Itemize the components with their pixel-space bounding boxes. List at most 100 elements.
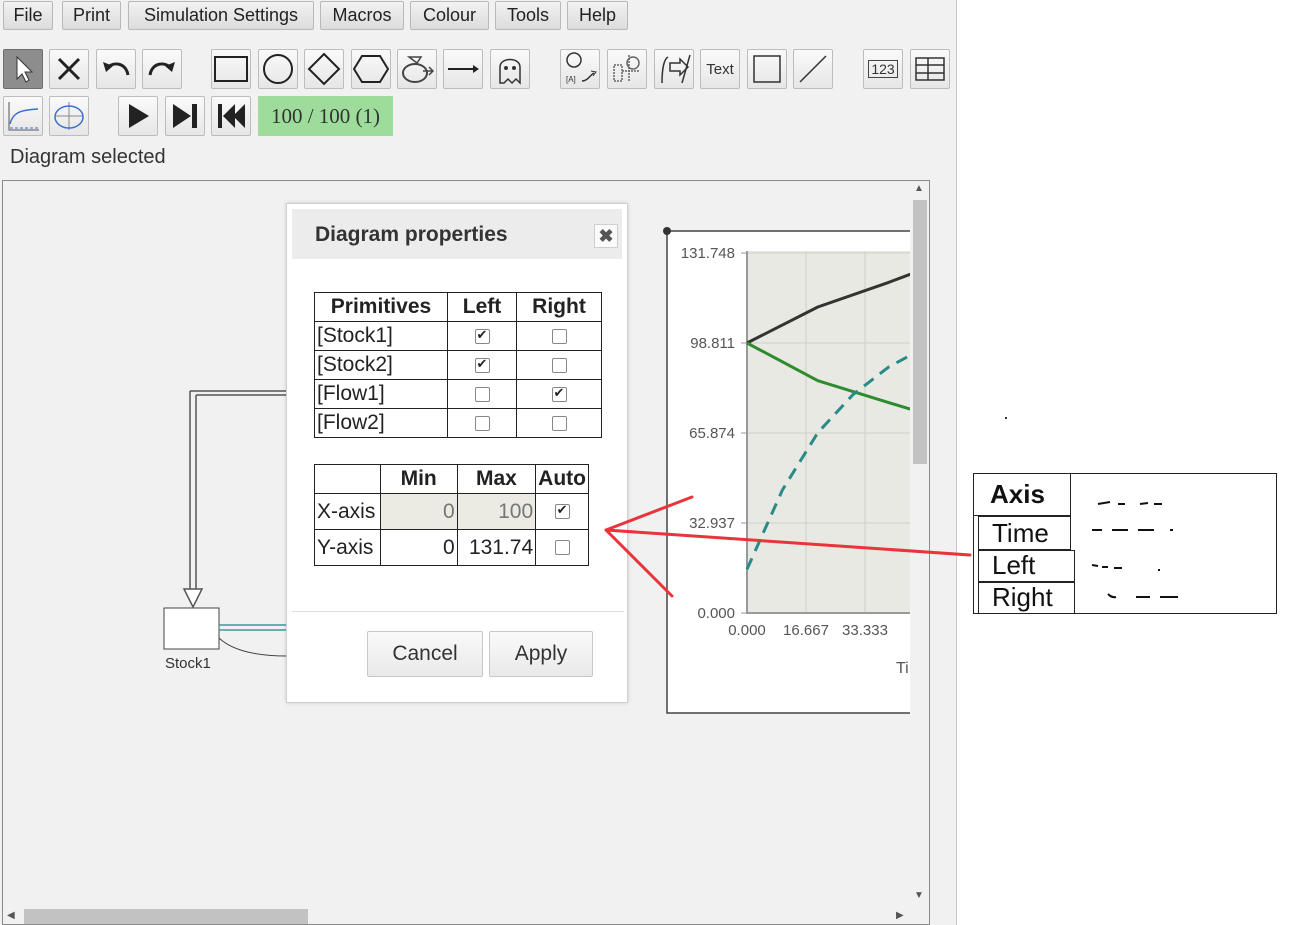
agent-tool-button[interactable]: [A]: [560, 49, 600, 89]
number-display-button[interactable]: 123: [863, 49, 903, 89]
min-header: Min: [379, 464, 458, 494]
left-header: Left: [447, 292, 517, 322]
left-checkbox[interactable]: [474, 356, 490, 373]
state-tool-button[interactable]: [351, 49, 391, 89]
link-tool-button[interactable]: [443, 49, 483, 89]
line-chart-icon: [8, 102, 39, 131]
converter-tool-button[interactable]: [304, 49, 344, 89]
x-tick-label: 33.333: [842, 622, 888, 639]
diagonal-line-icon: [799, 55, 827, 83]
square-icon: [753, 55, 781, 83]
apply-button[interactable]: Apply: [489, 631, 593, 677]
right-checkbox[interactable]: [551, 328, 567, 344]
y-max-input[interactable]: 131.74: [456, 529, 537, 566]
primitive-name: [Stock2]: [314, 350, 448, 380]
y-tick-label: 131.748: [681, 245, 735, 262]
chart-resize-handle[interactable]: [663, 227, 671, 235]
rectangle-icon: [214, 56, 248, 82]
x-max-input[interactable]: 100: [456, 493, 537, 530]
left-checkbox[interactable]: [474, 415, 490, 431]
run-button[interactable]: [118, 96, 158, 136]
diamond-icon: [307, 52, 341, 86]
right-checkbox[interactable]: [551, 415, 567, 431]
x-tick-label: 16.667: [783, 622, 829, 639]
svg-text:[A]: [A]: [566, 75, 576, 84]
right-checkbox[interactable]: [551, 357, 567, 373]
scroll-down-icon[interactable]: ▼: [914, 890, 924, 901]
plot-area: [747, 251, 923, 613]
undo-button[interactable]: [96, 49, 136, 89]
simulation-counter: 100 / 100 (1): [258, 96, 393, 136]
table-icon: [915, 57, 945, 81]
axes-table: Min Max Auto X-axis 0 100 Y-axis 0 131.7…: [314, 464, 589, 566]
flow-tool-button[interactable]: [654, 49, 694, 89]
table-row: [Flow1]: [314, 379, 602, 409]
legend-right-label: Right: [992, 582, 1053, 612]
reset-button[interactable]: [211, 96, 251, 136]
play-icon: [129, 104, 149, 128]
y-tick-label: 98.811: [690, 335, 735, 352]
flow-arrow-icon: [661, 54, 691, 84]
menu-print[interactable]: Print: [62, 1, 121, 30]
menu-simulation-settings[interactable]: Simulation Settings: [128, 1, 314, 30]
vertical-scroll-thumb[interactable]: [913, 200, 927, 464]
dialog-divider: [292, 611, 624, 612]
ghost-tool-button[interactable]: [490, 49, 530, 89]
ghost-icon: [499, 58, 521, 85]
step-button[interactable]: [165, 96, 205, 136]
cancel-button[interactable]: Cancel: [367, 631, 483, 677]
x-min-input[interactable]: 0: [379, 493, 458, 530]
close-icon[interactable]: ✖: [594, 224, 618, 248]
menu-tools[interactable]: Tools: [495, 1, 561, 30]
action-tool-button[interactable]: [397, 49, 437, 89]
y-min-input[interactable]: 0: [379, 529, 458, 566]
x-tick-label: 0.000: [728, 622, 766, 639]
chart-primitive[interactable]: 131.748 98.811 65.874 32.937 0.000 0.000 16.6…: [663, 226, 923, 726]
rewind-icon: [218, 104, 245, 128]
table-row: [Stock1]: [314, 321, 602, 351]
transition-tool-button[interactable]: [607, 49, 647, 89]
text-tool-label: Text: [706, 60, 734, 78]
app-window: File Print Simulation Settings Macros Co…: [0, 0, 957, 925]
menu-colour[interactable]: Colour: [410, 1, 489, 30]
stock1-label: Stock1: [165, 655, 211, 672]
table-row: [Flow2]: [314, 408, 602, 438]
stock1-box[interactable]: [163, 607, 220, 650]
stock-tool-button[interactable]: [211, 49, 251, 89]
left-checkbox[interactable]: [474, 327, 490, 344]
box-tool-button[interactable]: [747, 49, 787, 89]
primitives-table: Primitives Left Right [Stock1] [Stock2] …: [314, 292, 602, 438]
phase-plot-icon: [54, 102, 84, 130]
transition-icon: [613, 55, 640, 82]
x-axis-label: Ti: [896, 660, 909, 677]
redo-icon: [148, 62, 175, 76]
menu-file[interactable]: File: [3, 1, 53, 30]
scatter-chart-button[interactable]: [49, 96, 89, 136]
primitive-name: [Flow1]: [314, 379, 448, 409]
table-button[interactable]: [910, 49, 950, 89]
dialog-header: Diagram properties ✖: [292, 209, 622, 259]
legend-left-label: Left: [992, 550, 1036, 580]
left-checkbox[interactable]: [474, 386, 490, 402]
x-auto-checkbox[interactable]: [554, 502, 570, 520]
select-tool-button[interactable]: [3, 49, 43, 89]
horizontal-scroll-thumb[interactable]: [24, 909, 308, 924]
redo-button[interactable]: [142, 49, 182, 89]
scroll-right-icon[interactable]: ▶: [896, 910, 904, 921]
menu-help[interactable]: Help: [567, 1, 628, 30]
y-auto-checkbox[interactable]: [554, 540, 570, 556]
scroll-up-icon[interactable]: ▲: [914, 183, 924, 194]
text-tool-button[interactable]: Text: [700, 49, 740, 89]
menu-macros[interactable]: Macros: [320, 1, 404, 30]
undo-icon: [103, 62, 130, 76]
right-checkbox[interactable]: [551, 385, 567, 402]
scroll-left-icon[interactable]: ◀: [7, 910, 15, 921]
line-tool-button[interactable]: [793, 49, 833, 89]
time-series-chart-button[interactable]: [3, 96, 43, 136]
primitive-name: [Stock1]: [314, 321, 448, 351]
delete-button[interactable]: [49, 49, 89, 89]
variable-tool-button[interactable]: [258, 49, 298, 89]
legend-axis-header: Axis: [990, 479, 1045, 509]
axis-header: [314, 464, 381, 494]
max-header: Max: [456, 464, 537, 494]
